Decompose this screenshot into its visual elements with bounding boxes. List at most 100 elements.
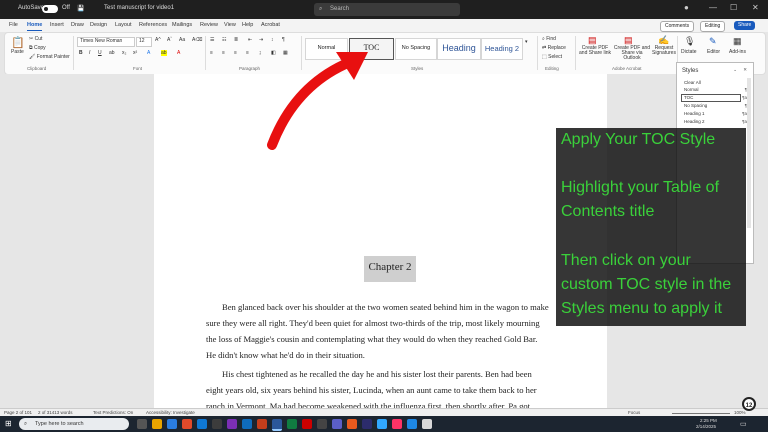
notifications-icon[interactable]: ▭ <box>740 420 747 428</box>
editor-button[interactable]: Editor <box>707 49 720 55</box>
app-icon[interactable] <box>422 419 432 429</box>
excel-icon[interactable] <box>287 419 297 429</box>
font-name-select[interactable]: Times New Roman <box>77 37 135 47</box>
italic-button[interactable]: I <box>89 50 90 56</box>
highlight-icon[interactable]: ab <box>161 50 167 56</box>
focus-button[interactable]: Focus <box>628 410 640 415</box>
tab-view[interactable]: View <box>224 22 236 28</box>
create-pdf-button[interactable]: Create PDF and Share link <box>577 46 613 56</box>
tab-layout[interactable]: Layout <box>115 22 132 28</box>
align-center-icon[interactable]: ≡ <box>222 50 225 56</box>
task-view-icon[interactable] <box>137 419 147 429</box>
edge-icon[interactable] <box>197 419 207 429</box>
editing-mode-button[interactable]: Editing <box>700 21 726 32</box>
paste-button[interactable]: Paste <box>11 49 24 55</box>
app-icon[interactable] <box>317 419 327 429</box>
avatar[interactable]: ● <box>684 3 689 12</box>
bold-button[interactable]: B <box>79 50 83 56</box>
indesign-icon[interactable] <box>392 419 402 429</box>
tab-design[interactable]: Design <box>90 22 107 28</box>
tab-help[interactable]: Help <box>242 22 253 28</box>
style-item-toc[interactable]: TOC <box>684 95 693 100</box>
shrink-font-icon[interactable]: Aˇ <box>167 37 172 43</box>
windows-start-icon[interactable]: ⊞ <box>5 419 12 428</box>
paste-icon[interactable]: 📋 <box>11 36 25 49</box>
pane-menu-icon[interactable]: ⌄ <box>733 67 737 73</box>
styles-pane-scrollbar[interactable] <box>747 78 751 228</box>
style-item-heading-2[interactable]: Heading 2 <box>684 119 705 124</box>
premiere-icon[interactable] <box>362 419 372 429</box>
clear-formatting-icon[interactable]: A⌫ <box>192 37 202 43</box>
clock-date[interactable]: 2/14/2025 <box>696 424 716 429</box>
font-size-select[interactable]: 12 <box>136 37 152 47</box>
chrome-icon[interactable] <box>182 419 192 429</box>
word-taskbar-icon[interactable] <box>272 419 282 431</box>
comments-button[interactable]: Comments <box>660 21 695 32</box>
style-heading-2[interactable]: Heading 2 <box>481 38 523 60</box>
style-no-spacing[interactable]: No Spacing <box>395 38 437 60</box>
addins-button[interactable]: Add-ins <box>729 49 746 55</box>
underline-button[interactable]: U <box>98 50 102 56</box>
font-color-icon[interactable]: A <box>177 50 180 56</box>
acrobat-icon[interactable] <box>302 419 312 429</box>
subscript-icon[interactable]: x₂ <box>122 50 126 56</box>
tab-draw[interactable]: Draw <box>71 22 84 28</box>
close-icon[interactable]: ✕ <box>752 3 759 12</box>
taskbar-search-input[interactable]: ⌕ Type here to search <box>19 418 129 430</box>
title-search-input[interactable]: ⌕ Search <box>314 3 460 16</box>
replace-button[interactable]: ⇄ Replace <box>542 45 566 51</box>
select-button[interactable]: ⬚ Select <box>542 54 562 60</box>
share-button[interactable]: Share <box>734 21 756 30</box>
save-icon[interactable]: 💾 <box>77 5 84 12</box>
cut-button[interactable]: ✂ Cut <box>29 36 42 42</box>
app-icon[interactable] <box>347 419 357 429</box>
app-icon[interactable] <box>212 419 222 429</box>
align-left-icon[interactable]: ≡ <box>210 50 213 56</box>
style-heading[interactable]: Heading <box>437 38 481 60</box>
outlook-icon[interactable] <box>242 419 252 429</box>
tab-file[interactable]: File <box>9 22 18 28</box>
create-pdf-outlook-button[interactable]: Create PDF and Share via Outlook <box>613 46 651 61</box>
tab-insert[interactable]: Insert <box>50 22 64 28</box>
app-icon[interactable] <box>257 419 267 429</box>
numbering-icon[interactable]: ☷ <box>222 37 226 43</box>
find-button[interactable]: ⌕ Find <box>542 36 556 42</box>
strikethrough-icon[interactable]: ab <box>109 50 115 56</box>
pane-close-icon[interactable]: ✕ <box>743 67 747 73</box>
minimize-icon[interactable]: — <box>709 3 717 12</box>
chapter-heading-selected[interactable]: Chapter 2 <box>364 256 416 282</box>
accessibility-status[interactable]: Accessibility: Investigate <box>146 410 195 415</box>
maximize-icon[interactable]: ☐ <box>730 3 737 12</box>
copy-button[interactable]: ⧉ Copy <box>29 45 46 51</box>
request-signatures-button[interactable]: Request Signatures <box>651 46 677 56</box>
style-item-no-spacing[interactable]: No Spacing <box>684 103 707 108</box>
tab-references[interactable]: References <box>139 22 167 28</box>
change-case-icon[interactable]: Aa <box>179 37 185 43</box>
teams-icon[interactable] <box>332 419 342 429</box>
dictate-button[interactable]: Dictate <box>681 49 697 55</box>
tab-mailings[interactable]: Mailings <box>172 22 192 28</box>
page-count[interactable]: Page 2 of 101 <box>4 410 32 415</box>
text-effects-icon[interactable]: A <box>147 50 150 56</box>
multilevel-list-icon[interactable]: ≣ <box>234 37 238 43</box>
mail-icon[interactable] <box>167 419 177 429</box>
justify-icon[interactable]: ≡ <box>246 50 249 56</box>
styles-more-icon[interactable]: ▾ <box>525 39 528 45</box>
photoshop-icon[interactable] <box>377 419 387 429</box>
grow-font-icon[interactable]: A^ <box>155 37 161 43</box>
superscript-icon[interactable]: x² <box>133 50 137 56</box>
format-painter-button[interactable]: 🖌 Format Painter <box>29 54 70 60</box>
style-item-heading-1[interactable]: Heading 1 <box>684 111 705 116</box>
autosave-toggle[interactable] <box>42 5 58 13</box>
zoom-slider[interactable] <box>672 413 730 414</box>
tab-home[interactable]: Home <box>27 22 43 31</box>
word-count[interactable]: 2 of 31413 words <box>38 410 73 415</box>
file-explorer-icon[interactable] <box>152 419 162 429</box>
text-predictions[interactable]: Text Predictions: On <box>93 410 133 415</box>
app-icon[interactable] <box>407 419 417 429</box>
tab-review[interactable]: Review <box>200 22 218 28</box>
style-item-normal[interactable]: Normal <box>684 87 699 92</box>
zoom-level[interactable]: 100% <box>734 410 746 415</box>
bullets-icon[interactable]: ☰ <box>210 37 214 43</box>
align-right-icon[interactable]: ≡ <box>234 50 237 56</box>
